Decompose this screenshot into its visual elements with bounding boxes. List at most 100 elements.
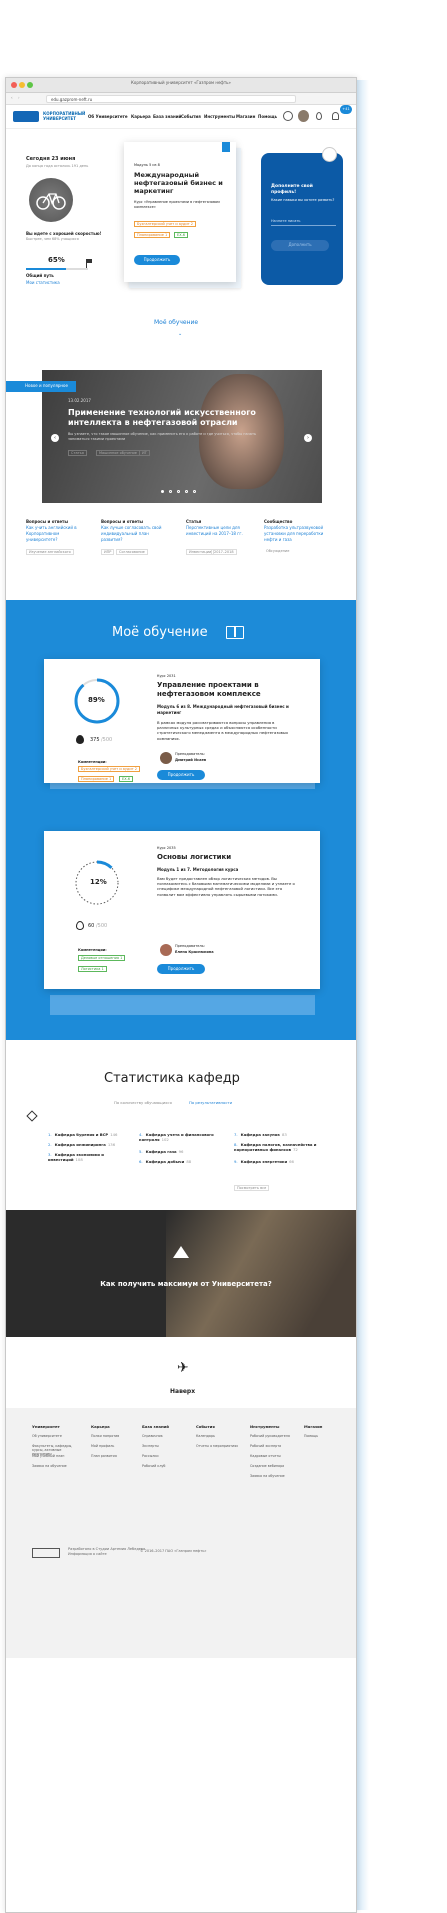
course-card-2[interactable]: 12% 60 /500 Компетенции: Деловые отношен… xyxy=(44,831,320,989)
chevron-down-icon[interactable]: ⌄ xyxy=(178,331,182,338)
course-1-title[interactable]: Управление проектами в нефтегазовом комп… xyxy=(157,681,297,698)
footer-col-title[interactable]: База знаний xyxy=(142,1423,169,1430)
footer-col-title[interactable]: Карьера xyxy=(91,1423,110,1430)
course-2-continue-button[interactable]: Продолжить xyxy=(157,964,205,974)
banner-tag-article[interactable]: Статья xyxy=(68,450,87,456)
stats-item[interactable]: 9. Кафедра энергетики 66 xyxy=(234,1159,326,1164)
footer-link[interactable]: План развития xyxy=(91,1454,139,1458)
stats-item[interactable]: 5. Кафедра газа 96 xyxy=(139,1149,231,1154)
course-2-tag-1[interactable]: Деловые отношения 1 xyxy=(78,955,126,961)
footer-link[interactable]: Календарь xyxy=(196,1434,244,1438)
course-2-title[interactable]: Основы логистики xyxy=(157,853,297,862)
footer-link[interactable]: Эксперты xyxy=(142,1444,190,1448)
university-logo-text[interactable]: КОРПОРАТИВНЫЙ УНИВЕРСИТЕТ xyxy=(43,111,85,121)
news-title-4[interactable]: Разработка ультразвуковой установки для … xyxy=(264,525,332,543)
stats-item[interactable]: 4. Кафедра учета и финансового контроля 10… xyxy=(139,1132,231,1142)
course-2-tag-2[interactable]: Логистика 1 xyxy=(78,966,107,972)
stats-tab-results[interactable]: По результативности xyxy=(189,1099,232,1106)
banner-prev-icon[interactable]: ‹ xyxy=(51,434,59,442)
tag-accounting[interactable]: Бухгалтерский учет и аудит 2 xyxy=(134,221,196,227)
footer-link[interactable]: Мой профиль xyxy=(91,1444,139,1448)
footer-link[interactable]: Рабочий эксперта xyxy=(250,1444,298,1448)
nav-item-knowledge[interactable]: База знаний xyxy=(153,114,181,119)
teacher-1-avatar[interactable] xyxy=(160,752,172,764)
prompt-input[interactable]: Начните писать xyxy=(271,218,336,226)
footer-link[interactable]: Рабочий руководителя xyxy=(250,1434,298,1438)
stats-item[interactable]: 2. Кафедра инжиниринга 136 xyxy=(48,1142,140,1147)
back-icon[interactable]: ‹ xyxy=(11,95,13,100)
footer-link[interactable]: Отчеты о мероприятиях xyxy=(196,1444,244,1448)
news-title-3[interactable]: Перспективные цели для инвестиций на 201… xyxy=(186,525,246,537)
footer-company-info[interactable]: Информация о сайте xyxy=(68,1552,107,1556)
nav-item-university[interactable]: Об Университете xyxy=(88,114,128,119)
footer-col-title[interactable]: События xyxy=(196,1423,215,1430)
url-field[interactable]: edu.gazprom-neft.ru xyxy=(46,95,296,103)
footer-link[interactable]: Помощь xyxy=(304,1434,352,1438)
promo-title[interactable]: Как получить максимум от Университета? xyxy=(86,1280,286,1289)
stats-item[interactable]: 6. Кафедра добычи 88 xyxy=(139,1159,231,1164)
stats-tab-count[interactable]: По количеству обучающихся xyxy=(114,1099,172,1106)
tag-ex6[interactable]: ЕХ.6 xyxy=(174,232,188,238)
banner-next-icon[interactable]: › xyxy=(304,434,312,442)
course-card-1[interactable]: 89% 375 /500 Компетенции: Бухгалтерский … xyxy=(44,659,320,783)
stats-item[interactable]: 7. Кафедра закупок 83 xyxy=(234,1132,326,1137)
footer-link[interactable]: Создание вебинара xyxy=(250,1464,298,1468)
footer-link[interactable]: Заявка на обучение xyxy=(250,1474,298,1478)
nav-item-help[interactable]: Помощь xyxy=(258,114,277,119)
search-icon[interactable] xyxy=(283,111,293,121)
news-tag-4[interactable]: Обсуждение xyxy=(264,549,291,555)
footer-col-title[interactable]: Инструменты xyxy=(250,1423,279,1430)
plane-icon[interactable]: ✈ xyxy=(177,1361,189,1375)
course-1-tag-2[interactable]: Планирование 1 xyxy=(78,776,115,782)
nav-item-events[interactable]: События xyxy=(181,114,201,119)
news-tag-1[interactable]: Изучение английского xyxy=(26,549,74,555)
banner-tag-ml[interactable]: Машинное обучение xyxy=(96,450,140,456)
course-1-tag-1[interactable]: Бухгалтерский учет и аудит 2 xyxy=(78,766,140,772)
nav-item-tools[interactable]: Инструменты xyxy=(204,114,235,119)
forward-icon[interactable]: › xyxy=(18,95,20,100)
up-link[interactable]: Наверх xyxy=(170,1388,195,1395)
news-tag-2b[interactable]: Согласование xyxy=(116,549,148,555)
banner-dots[interactable] xyxy=(161,490,201,494)
footer-link[interactable]: Справочник xyxy=(142,1434,190,1438)
featured-title[interactable]: Международный нефтегазовый бизнес и марк… xyxy=(134,171,224,195)
gazprom-logo-icon[interactable] xyxy=(13,111,39,122)
stats-more[interactable]: Посмотреть все xyxy=(234,1185,270,1191)
avatar[interactable] xyxy=(298,110,309,122)
stats-item[interactable]: 8. Кафедра налогов, казначейства и корпор… xyxy=(234,1142,326,1152)
bookmark-icon[interactable] xyxy=(222,142,230,152)
news-title-1[interactable]: Как учить английский в Корпоративном уни… xyxy=(26,525,88,543)
bell-icon[interactable] xyxy=(332,112,339,120)
nav-item-career[interactable]: Карьера xyxy=(131,114,151,119)
footer-link[interactable]: Рассылки xyxy=(142,1454,190,1458)
course-1-continue-button[interactable]: Продолжить xyxy=(157,770,205,780)
prompt-button[interactable]: Дополнить xyxy=(271,240,329,251)
drop-icon[interactable] xyxy=(316,112,322,120)
footer-link[interactable]: Рабочий клуб xyxy=(142,1464,190,1468)
featured-continue-button[interactable]: Продолжить xyxy=(134,255,180,265)
tag-planning[interactable]: Планирование 1 xyxy=(134,232,171,238)
stats-item[interactable]: 1. Кафедра бурения и ВСР 146 xyxy=(48,1132,140,1137)
my-learning-link[interactable]: Моё обучение xyxy=(154,319,198,326)
news-tag-2a[interactable]: ИПР xyxy=(101,549,115,555)
news-tag-3b[interactable]: 2017–2018 xyxy=(211,549,237,555)
course-2-teacher[interactable]: Елена Краснюкина xyxy=(175,950,214,954)
notification-badge[interactable]: +41 xyxy=(340,105,352,114)
footer-link[interactable]: Мой учебный план xyxy=(32,1454,80,1458)
stats-link[interactable]: Мои статистика xyxy=(26,279,60,286)
nav-item-shop[interactable]: Магазин xyxy=(236,114,255,119)
footer-col-title[interactable]: Магазин xyxy=(304,1423,322,1430)
footer-col-title[interactable]: Университет xyxy=(32,1423,60,1430)
footer-link[interactable]: Полки напротив xyxy=(91,1434,139,1438)
news-title-2[interactable]: Как лучше согласовать свой индивидуальны… xyxy=(101,525,163,543)
footer-link[interactable]: Об университете xyxy=(32,1434,80,1438)
banner-tag-it[interactable]: ИТ xyxy=(139,450,150,456)
footer-company[interactable]: Разработано в Студии Артемия Лебедева xyxy=(68,1547,145,1551)
stats-item[interactable]: 3. Кафедра экономики и инвестиций 108 xyxy=(48,1152,140,1162)
course-1-tag-3[interactable]: ЕХ.6 xyxy=(119,776,133,782)
featured-course-card[interactable]: Модуль 5 из 8 Международный нефтегазовый… xyxy=(124,142,236,282)
course-1-teacher[interactable]: Дмитрий Исаев xyxy=(175,758,206,762)
footer-link[interactable]: Заявка на обучение xyxy=(32,1464,80,1468)
footer-link[interactable]: Кадровые отчеты xyxy=(250,1454,298,1458)
banner-title[interactable]: Применение технологий искусственного инт… xyxy=(68,408,278,428)
